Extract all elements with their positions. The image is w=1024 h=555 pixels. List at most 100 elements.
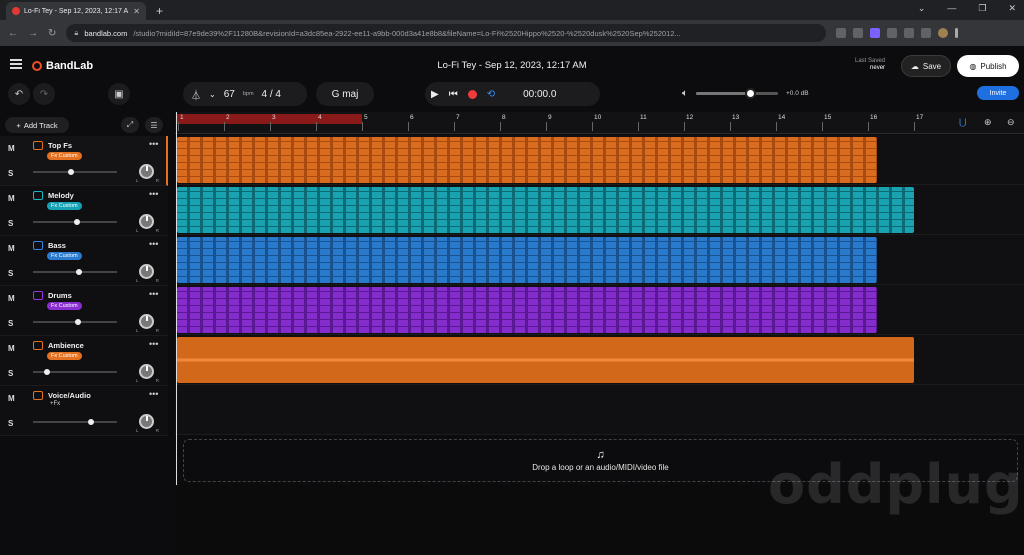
track-row[interactable]: M S Melody ••• Fx Custom LR bbox=[0, 186, 168, 236]
browser-tab[interactable]: Lo-Fi Tey - Sep 12, 2023, 12:17 A ✕ bbox=[6, 2, 146, 20]
master-volume-slider[interactable] bbox=[696, 88, 778, 99]
bandlab-logo[interactable]: BandLab bbox=[32, 60, 93, 72]
close-tab-icon[interactable]: ✕ bbox=[133, 7, 140, 16]
hamburger-menu-icon[interactable] bbox=[10, 59, 22, 69]
arrangement-area[interactable] bbox=[175, 135, 1024, 435]
mute-button[interactable]: M bbox=[8, 394, 15, 403]
pan-knob[interactable] bbox=[139, 264, 154, 279]
extension-icon[interactable] bbox=[904, 28, 915, 38]
track-volume-knob[interactable] bbox=[76, 269, 83, 275]
profile-avatar[interactable] bbox=[938, 28, 949, 38]
track-volume-knob[interactable] bbox=[73, 219, 80, 225]
track-volume-slider[interactable] bbox=[33, 369, 117, 375]
invite-button[interactable]: Invite bbox=[977, 86, 1019, 100]
track-volume-knob[interactable] bbox=[87, 419, 94, 425]
save-button[interactable]: ☁ Save bbox=[901, 55, 951, 77]
track-name[interactable]: Drums bbox=[48, 291, 72, 300]
pan-knob[interactable] bbox=[139, 364, 154, 379]
track-volume-knob[interactable] bbox=[44, 369, 51, 375]
speaker-icon[interactable]: 🔈︎ bbox=[682, 88, 688, 99]
extension-icon[interactable] bbox=[836, 28, 847, 38]
url-field[interactable]: 🔒︎ bandlab.com/studio?midiId=87e9de39%2F… bbox=[66, 24, 827, 42]
back-arrow-icon[interactable]: ← bbox=[8, 28, 18, 39]
region-clip[interactable] bbox=[177, 137, 878, 183]
track-row[interactable]: M S Bass ••• Fx Custom LR bbox=[0, 236, 168, 286]
more-options-icon[interactable]: ••• bbox=[149, 139, 158, 149]
track-row[interactable]: M S Voice/Audio ••• +Fx LR bbox=[0, 386, 168, 436]
more-options-icon[interactable]: ••• bbox=[149, 239, 158, 249]
fx-badge[interactable]: Fx Custom bbox=[47, 252, 82, 260]
reload-icon[interactable]: ↻ bbox=[48, 28, 56, 39]
add-fx-button[interactable]: +Fx bbox=[50, 401, 60, 407]
pan-knob[interactable] bbox=[139, 414, 154, 429]
tempo-control[interactable]: ⏃ ⌄ 67 bpm 4 / 4 bbox=[183, 82, 307, 106]
track-volume-slider[interactable] bbox=[33, 169, 117, 175]
region-clip[interactable] bbox=[177, 287, 878, 333]
track-row[interactable]: M S Ambience ••• Fx Custom LR bbox=[0, 336, 168, 386]
record-icon[interactable] bbox=[467, 89, 477, 99]
play-icon[interactable]: ▶ bbox=[431, 89, 439, 100]
editor-toggle-icon[interactable]: ▣ bbox=[108, 83, 130, 105]
solo-button[interactable]: S bbox=[8, 369, 13, 378]
restore-icon[interactable]: ❐ bbox=[978, 3, 986, 14]
extension-icon[interactable] bbox=[921, 28, 932, 38]
extension-icon[interactable] bbox=[870, 28, 881, 38]
mute-button[interactable]: M bbox=[8, 194, 15, 203]
redo-icon[interactable]: ↷ bbox=[33, 83, 55, 105]
publish-button[interactable]: ◍ Publish bbox=[957, 55, 1019, 77]
fx-badge[interactable]: Fx Custom bbox=[47, 152, 82, 160]
skip-to-start-icon[interactable]: ⏮ bbox=[449, 89, 458, 100]
new-tab-icon[interactable]: + bbox=[156, 4, 163, 18]
menu-icon[interactable] bbox=[955, 28, 959, 38]
fx-badge[interactable]: Fx Custom bbox=[47, 302, 82, 310]
mute-button[interactable]: M bbox=[8, 344, 15, 353]
solo-button[interactable]: S bbox=[8, 319, 13, 328]
pan-knob[interactable] bbox=[139, 164, 154, 179]
link-icon[interactable]: ⤢ bbox=[121, 117, 139, 133]
zoom-out-icon[interactable]: ⊖ bbox=[1007, 117, 1015, 128]
mute-button[interactable]: M bbox=[8, 144, 15, 153]
track-volume-slider[interactable] bbox=[33, 269, 117, 275]
track-volume-slider[interactable] bbox=[33, 419, 117, 425]
track-name[interactable]: Top Fs bbox=[48, 141, 72, 150]
track-name[interactable]: Bass bbox=[48, 241, 66, 250]
fx-badge[interactable]: Fx Custom bbox=[47, 352, 82, 360]
track-row[interactable]: M S Drums ••• Fx Custom LR bbox=[0, 286, 168, 336]
undo-icon[interactable]: ↶ bbox=[8, 83, 30, 105]
snap-magnet-icon[interactable]: ⋃ bbox=[959, 117, 966, 128]
track-volume-slider[interactable] bbox=[33, 319, 117, 325]
loop-icon[interactable]: ⟲ bbox=[487, 89, 495, 100]
more-options-icon[interactable]: ••• bbox=[149, 289, 158, 299]
region-clip[interactable] bbox=[177, 337, 914, 383]
track-lane[interactable] bbox=[175, 385, 1024, 435]
more-options-icon[interactable]: ••• bbox=[149, 189, 158, 199]
tab-search-icon[interactable]: ⌄ bbox=[918, 3, 926, 14]
track-volume-knob[interactable] bbox=[74, 319, 81, 325]
pan-knob[interactable] bbox=[139, 214, 154, 229]
extension-icon[interactable] bbox=[853, 28, 864, 38]
track-name[interactable]: Ambience bbox=[48, 341, 84, 350]
forward-arrow-icon[interactable]: → bbox=[28, 28, 38, 39]
track-row[interactable]: M S Top Fs ••• Fx Custom LR bbox=[0, 136, 168, 186]
solo-button[interactable]: S bbox=[8, 169, 13, 178]
master-volume-knob[interactable] bbox=[745, 88, 757, 99]
window-close-icon[interactable]: ✕ bbox=[1008, 3, 1016, 14]
key-selector[interactable]: G maj bbox=[316, 82, 374, 106]
solo-button[interactable]: S bbox=[8, 269, 13, 278]
fx-badge[interactable]: Fx Custom bbox=[47, 202, 82, 210]
zoom-in-icon[interactable]: ⊕ bbox=[984, 117, 992, 128]
track-volume-slider[interactable] bbox=[33, 219, 117, 225]
more-options-icon[interactable]: ••• bbox=[149, 339, 158, 349]
extension-icon[interactable] bbox=[887, 28, 898, 38]
track-name[interactable]: Voice/Audio bbox=[48, 391, 91, 400]
more-options-icon[interactable]: ••• bbox=[149, 389, 158, 399]
pan-knob[interactable] bbox=[139, 314, 154, 329]
chevron-down-icon[interactable]: ⌄ bbox=[209, 90, 216, 99]
metronome-icon[interactable]: ⏃ bbox=[191, 87, 201, 102]
track-settings-icon[interactable]: ☰ bbox=[145, 117, 163, 133]
region-clip[interactable] bbox=[177, 187, 914, 233]
region-clip[interactable] bbox=[177, 237, 878, 283]
track-volume-knob[interactable] bbox=[67, 169, 74, 175]
minimize-icon[interactable]: — bbox=[947, 3, 956, 14]
track-name[interactable]: Melody bbox=[48, 191, 74, 200]
